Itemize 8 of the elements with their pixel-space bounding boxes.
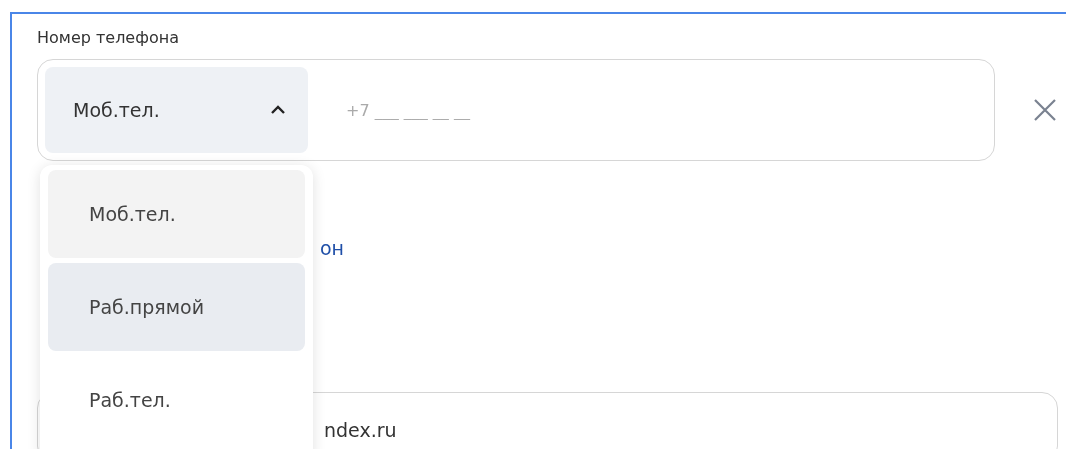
chevron-icon xyxy=(270,105,286,115)
dropdown-option[interactable]: Раб.прямой xyxy=(48,263,305,351)
phone-field[interactable]: Моб.тел. +7 ___ ___ __ __ xyxy=(37,59,995,161)
add-phone-link[interactable]: он xyxy=(320,237,345,259)
dropdown-option[interactable]: Моб.тел. xyxy=(48,170,305,258)
phone-type-select[interactable]: Моб.тел. xyxy=(45,67,308,153)
close-icon[interactable] xyxy=(1033,98,1057,122)
field-label: Номер телефона xyxy=(37,28,179,47)
